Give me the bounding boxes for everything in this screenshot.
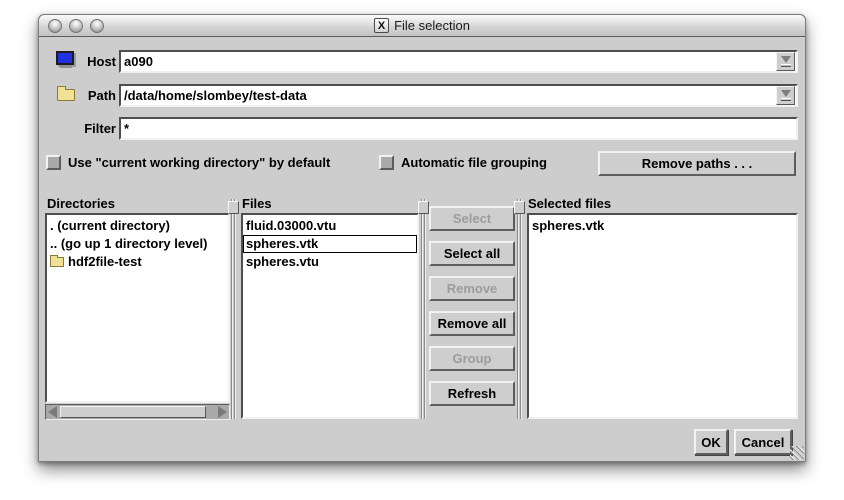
x11-icon: X bbox=[374, 18, 389, 33]
splitter-sash-handle[interactable] bbox=[228, 201, 239, 214]
dropdown-bar-icon bbox=[781, 98, 791, 101]
select-all-button[interactable]: Select all bbox=[429, 241, 515, 266]
host-input[interactable] bbox=[119, 50, 798, 73]
window-controls bbox=[48, 19, 104, 33]
pane-splitter bbox=[231, 199, 236, 419]
folder-icon bbox=[50, 257, 64, 267]
selected-files-label: Selected files bbox=[528, 196, 611, 211]
use-cwd-label: Use "current working directory" by defau… bbox=[68, 155, 330, 170]
scrollbar-thumb[interactable] bbox=[60, 406, 206, 418]
zoom-button[interactable] bbox=[90, 19, 104, 33]
auto-grouping-label: Automatic file grouping bbox=[401, 155, 547, 170]
splitter-sash-handle[interactable] bbox=[514, 201, 525, 214]
use-cwd-checkbox[interactable] bbox=[46, 155, 61, 170]
pane-splitter bbox=[421, 199, 426, 419]
list-item-selected[interactable]: spheres.vtk bbox=[243, 235, 417, 253]
remove-all-button[interactable]: Remove all bbox=[429, 311, 515, 336]
select-button: Select bbox=[429, 206, 515, 231]
pane-splitter bbox=[517, 199, 522, 419]
selected-files-list: spheres.vtk bbox=[527, 213, 798, 419]
directories-horizontal-scrollbar[interactable] bbox=[45, 404, 230, 420]
path-dropdown-button[interactable] bbox=[776, 86, 795, 105]
filter-label: Filter bbox=[46, 121, 116, 136]
chevron-down-icon bbox=[781, 90, 791, 97]
splitter-sash-handle[interactable] bbox=[418, 201, 429, 214]
list-item[interactable]: spheres.vtk bbox=[529, 217, 796, 235]
group-button: Group bbox=[429, 346, 515, 371]
path-label: Path bbox=[46, 88, 116, 103]
cancel-button[interactable]: Cancel bbox=[734, 429, 792, 455]
files-label: Files bbox=[242, 196, 272, 211]
auto-grouping-checkbox[interactable] bbox=[379, 155, 394, 170]
window-title: File selection bbox=[394, 18, 470, 33]
list-item[interactable]: fluid.03000.vtu bbox=[243, 217, 417, 235]
list-item[interactable]: .. (go up 1 directory level) bbox=[47, 235, 228, 253]
list-item[interactable]: spheres.vtu bbox=[243, 253, 417, 271]
remove-button: Remove bbox=[429, 276, 515, 301]
resize-grip-icon[interactable] bbox=[790, 446, 804, 460]
minimize-button[interactable] bbox=[69, 19, 83, 33]
scroll-left-icon[interactable] bbox=[48, 406, 57, 418]
host-label: Host bbox=[46, 54, 116, 69]
desktop: X File selection Host Path Filter Use "c… bbox=[0, 0, 844, 500]
list-item[interactable]: hdf2file-test bbox=[47, 253, 228, 271]
filter-input[interactable] bbox=[119, 117, 798, 140]
title-group: X File selection bbox=[374, 18, 470, 33]
directories-label: Directories bbox=[47, 196, 115, 211]
chevron-down-icon bbox=[781, 56, 791, 63]
host-dropdown-button[interactable] bbox=[776, 52, 795, 71]
files-list: fluid.03000.vtu spheres.vtk spheres.vtu bbox=[241, 213, 419, 419]
file-selection-window: X File selection Host Path Filter Use "c… bbox=[38, 14, 806, 462]
scroll-right-icon[interactable] bbox=[218, 406, 227, 418]
close-button[interactable] bbox=[48, 19, 62, 33]
title-bar[interactable]: X File selection bbox=[39, 15, 805, 37]
directories-list: . (current directory) .. (go up 1 direct… bbox=[45, 213, 230, 403]
path-input[interactable] bbox=[119, 84, 798, 107]
remove-paths-button[interactable]: Remove paths . . . bbox=[598, 151, 796, 176]
ok-button[interactable]: OK bbox=[694, 429, 728, 455]
refresh-button[interactable]: Refresh bbox=[429, 381, 515, 406]
dropdown-bar-icon bbox=[781, 64, 791, 67]
list-item[interactable]: . (current directory) bbox=[47, 217, 228, 235]
